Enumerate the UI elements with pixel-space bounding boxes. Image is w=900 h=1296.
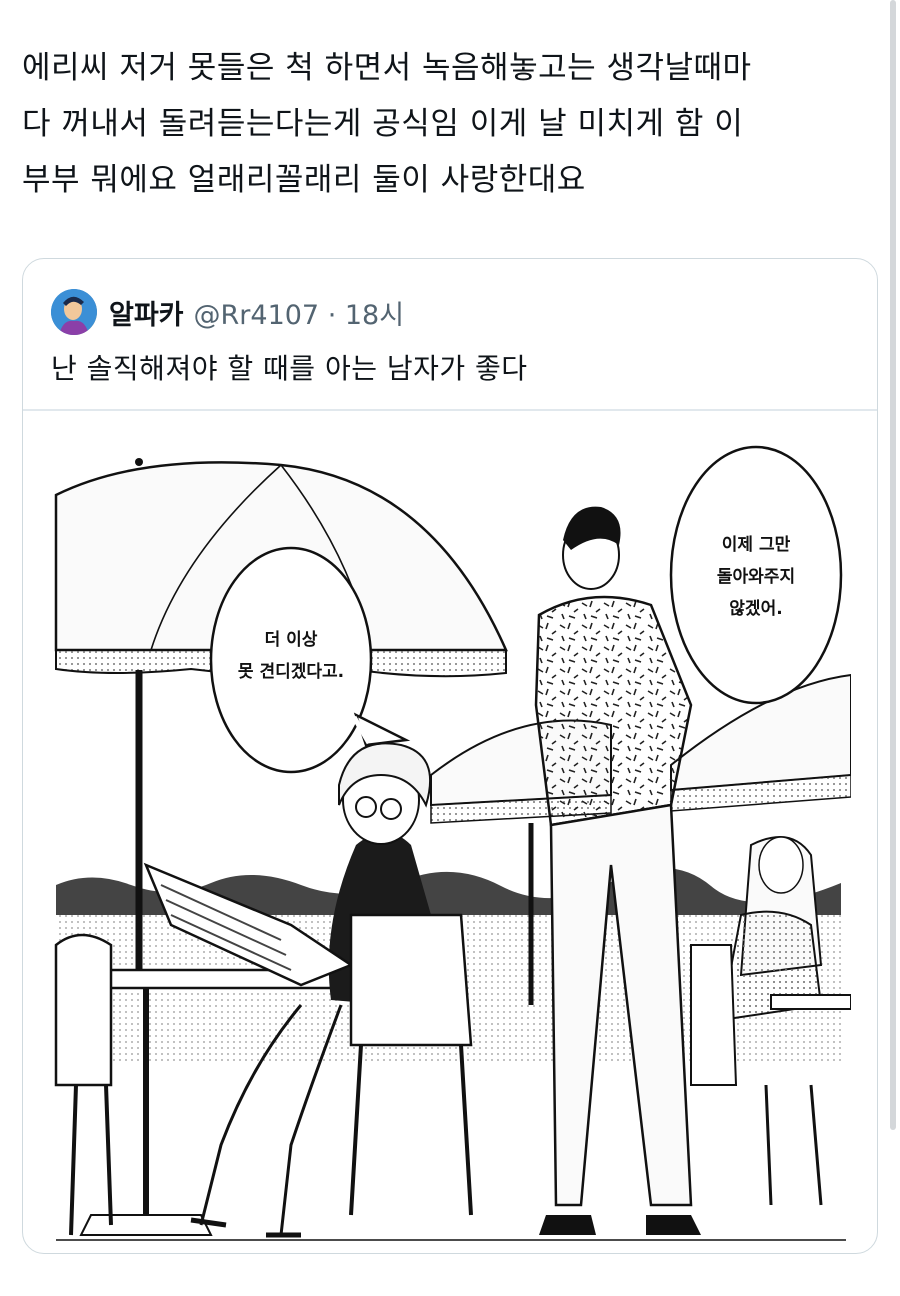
quoted-author-name[interactable]: 알파카 <box>109 293 184 332</box>
quoted-tweet-header: 알파카 @Rr4107 · 18시 <box>51 289 404 335</box>
bubble-right-line1: 이제 그만 <box>722 535 791 555</box>
bubble-right-line2: 돌아와주지 <box>717 567 795 587</box>
quoted-tweet-card[interactable]: 알파카 @Rr4107 · 18시 난 솔직해져야 할 때를 아는 남자가 좋다 <box>22 258 878 1254</box>
quoted-tweet-text: 난 솔직해져야 할 때를 아는 남자가 좋다 <box>51 352 528 385</box>
bubble-left-line2: 못 견디겠다고. <box>238 662 344 682</box>
comic-image[interactable]: 더 이상 못 견디겠다고. 이제 그만 돌아와주지 않겠어. <box>51 445 852 1253</box>
quoted-author-handle-time: @Rr4107 · 18시 <box>193 299 405 331</box>
comic-illustration: 더 이상 못 견디겠다고. 이제 그만 돌아와주지 않겠어. <box>54 445 852 1241</box>
divider <box>23 409 877 411</box>
bubble-right-line3: 않겠어. <box>729 599 782 619</box>
avatar-icon <box>51 289 97 335</box>
scrollbar[interactable] <box>890 0 896 1130</box>
tweet-text: 에리씨 저거 못들은 척 하면서 녹음해놓고는 생각날때마 다 꺼내서 돌려듣는… <box>22 50 752 198</box>
speech-bubble-right: 이제 그만 돌아와주지 않겠어. <box>669 445 843 705</box>
profile-avatar[interactable] <box>51 289 97 335</box>
bubble-left-line1: 더 이상 <box>265 630 318 650</box>
